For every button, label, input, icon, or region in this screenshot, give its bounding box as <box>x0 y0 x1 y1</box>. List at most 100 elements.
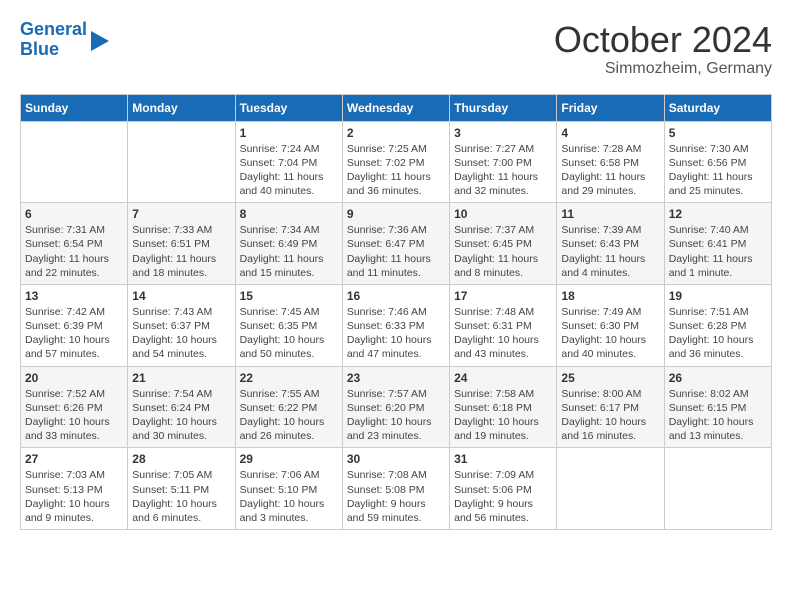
calendar-cell: 31Sunrise: 7:09 AM Sunset: 5:06 PM Dayli… <box>450 448 557 530</box>
calendar-week-row: 27 Sunrise: 7:03 AM Sunset: 5:13 PM Dayli… <box>21 448 772 530</box>
day-number: 20 <box>25 371 123 385</box>
calendar-cell: 27 Sunrise: 7:03 AM Sunset: 5:13 PM Dayli… <box>21 448 128 530</box>
calendar-cell: 1 Sunrise: 7:24 AM Sunset: 7:04 PM Daylig… <box>235 121 342 203</box>
day-info: Sunrise: 7:31 AM Sunset: 6:54 PM Dayligh… <box>25 223 123 280</box>
day-info: Sunrise: 7:54 AM Sunset: 6:24 PM Dayligh… <box>132 387 230 444</box>
day-number: 17 <box>454 289 552 303</box>
day-info: Sunrise: 7:30 AM Sunset: 6:56 PM Dayligh… <box>669 142 767 199</box>
calendar-cell <box>21 121 128 203</box>
calendar-cell: 2 Sunrise: 7:25 AM Sunset: 7:02 PM Daylig… <box>342 121 449 203</box>
day-info: Sunrise: 7:25 AM Sunset: 7:02 PM Dayligh… <box>347 142 445 199</box>
day-number: 18 <box>561 289 659 303</box>
day-number: 14 <box>132 289 230 303</box>
day-number: 3 <box>454 126 552 140</box>
col-header-sunday: Sunday <box>21 94 128 121</box>
calendar-cell: 15 Sunrise: 7:45 AM Sunset: 6:35 PM Dayli… <box>235 284 342 366</box>
day-info: Sunrise: 7:27 AM Sunset: 7:00 PM Dayligh… <box>454 142 552 199</box>
day-info: Sunrise: 7:24 AM Sunset: 7:04 PM Dayligh… <box>240 142 338 199</box>
calendar-cell: 18 Sunrise: 7:49 AM Sunset: 6:30 PM Dayli… <box>557 284 664 366</box>
day-number: 4 <box>561 126 659 140</box>
calendar-cell: 30 Sunrise: 7:08 AM Sunset: 5:08 PM Dayli… <box>342 448 449 530</box>
calendar-cell <box>557 448 664 530</box>
day-info: Sunrise: 7:33 AM Sunset: 6:51 PM Dayligh… <box>132 223 230 280</box>
day-number: 30 <box>347 452 445 466</box>
day-number: 5 <box>669 126 767 140</box>
calendar-cell: 11 Sunrise: 7:39 AM Sunset: 6:43 PM Dayli… <box>557 203 664 285</box>
day-number: 1 <box>240 126 338 140</box>
calendar-week-row: 13 Sunrise: 7:42 AM Sunset: 6:39 PM Dayli… <box>21 284 772 366</box>
col-header-tuesday: Tuesday <box>235 94 342 121</box>
calendar-header-row: SundayMondayTuesdayWednesdayThursdayFrid… <box>21 94 772 121</box>
day-info: Sunrise: 7:57 AM Sunset: 6:20 PM Dayligh… <box>347 387 445 444</box>
calendar-cell: 14Sunrise: 7:43 AM Sunset: 6:37 PM Dayli… <box>128 284 235 366</box>
calendar-cell: 10Sunrise: 7:37 AM Sunset: 6:45 PM Dayli… <box>450 203 557 285</box>
day-number: 28 <box>132 452 230 466</box>
day-number: 27 <box>25 452 123 466</box>
col-header-thursday: Thursday <box>450 94 557 121</box>
calendar-cell: 12 Sunrise: 7:40 AM Sunset: 6:41 PM Dayli… <box>664 203 771 285</box>
calendar-cell: 25 Sunrise: 8:00 AM Sunset: 6:17 PM Dayli… <box>557 366 664 448</box>
col-header-saturday: Saturday <box>664 94 771 121</box>
day-number: 2 <box>347 126 445 140</box>
day-number: 21 <box>132 371 230 385</box>
logo-text: General Blue <box>20 20 87 60</box>
day-number: 9 <box>347 207 445 221</box>
calendar-cell: 13 Sunrise: 7:42 AM Sunset: 6:39 PM Dayli… <box>21 284 128 366</box>
calendar-cell: 23 Sunrise: 7:57 AM Sunset: 6:20 PM Dayli… <box>342 366 449 448</box>
day-number: 24 <box>454 371 552 385</box>
calendar-cell: 16 Sunrise: 7:46 AM Sunset: 6:33 PM Dayli… <box>342 284 449 366</box>
day-info: Sunrise: 7:48 AM Sunset: 6:31 PM Dayligh… <box>454 305 552 362</box>
day-info: Sunrise: 7:49 AM Sunset: 6:30 PM Dayligh… <box>561 305 659 362</box>
day-info: Sunrise: 7:40 AM Sunset: 6:41 PM Dayligh… <box>669 223 767 280</box>
day-number: 26 <box>669 371 767 385</box>
page-header: General Blue October 2024 Simmozheim, Ge… <box>20 20 772 78</box>
day-info: Sunrise: 7:08 AM Sunset: 5:08 PM Dayligh… <box>347 468 445 525</box>
calendar-cell: 7 Sunrise: 7:33 AM Sunset: 6:51 PM Daylig… <box>128 203 235 285</box>
calendar-cell: 20 Sunrise: 7:52 AM Sunset: 6:26 PM Dayli… <box>21 366 128 448</box>
calendar-cell: 5 Sunrise: 7:30 AM Sunset: 6:56 PM Daylig… <box>664 121 771 203</box>
day-info: Sunrise: 7:09 AM Sunset: 5:06 PM Dayligh… <box>454 468 552 525</box>
day-info: Sunrise: 7:05 AM Sunset: 5:11 PM Dayligh… <box>132 468 230 525</box>
day-number: 25 <box>561 371 659 385</box>
calendar-cell: 17 Sunrise: 7:48 AM Sunset: 6:31 PM Dayli… <box>450 284 557 366</box>
col-header-friday: Friday <box>557 94 664 121</box>
day-info: Sunrise: 7:45 AM Sunset: 6:35 PM Dayligh… <box>240 305 338 362</box>
day-number: 6 <box>25 207 123 221</box>
day-info: Sunrise: 7:52 AM Sunset: 6:26 PM Dayligh… <box>25 387 123 444</box>
day-info: Sunrise: 7:55 AM Sunset: 6:22 PM Dayligh… <box>240 387 338 444</box>
calendar-title: October 2024 <box>554 20 772 60</box>
day-number: 22 <box>240 371 338 385</box>
day-info: Sunrise: 8:02 AM Sunset: 6:15 PM Dayligh… <box>669 387 767 444</box>
logo-line1: General <box>20 19 87 39</box>
calendar-cell: 26 Sunrise: 8:02 AM Sunset: 6:15 PM Dayli… <box>664 366 771 448</box>
day-number: 7 <box>132 207 230 221</box>
day-number: 23 <box>347 371 445 385</box>
calendar-cell: 19Sunrise: 7:51 AM Sunset: 6:28 PM Dayli… <box>664 284 771 366</box>
day-number: 15 <box>240 289 338 303</box>
day-number: 13 <box>25 289 123 303</box>
day-info: Sunrise: 7:37 AM Sunset: 6:45 PM Dayligh… <box>454 223 552 280</box>
day-info: Sunrise: 7:46 AM Sunset: 6:33 PM Dayligh… <box>347 305 445 362</box>
day-number: 12 <box>669 207 767 221</box>
title-block: October 2024 Simmozheim, Germany <box>554 20 772 78</box>
calendar-week-row: 6 Sunrise: 7:31 AM Sunset: 6:54 PM Daylig… <box>21 203 772 285</box>
logo-arrow-icon <box>91 31 109 51</box>
day-info: Sunrise: 7:42 AM Sunset: 6:39 PM Dayligh… <box>25 305 123 362</box>
calendar-week-row: 1 Sunrise: 7:24 AM Sunset: 7:04 PM Daylig… <box>21 121 772 203</box>
calendar-subtitle: Simmozheim, Germany <box>554 60 772 78</box>
day-info: Sunrise: 8:00 AM Sunset: 6:17 PM Dayligh… <box>561 387 659 444</box>
day-info: Sunrise: 7:58 AM Sunset: 6:18 PM Dayligh… <box>454 387 552 444</box>
day-number: 8 <box>240 207 338 221</box>
day-info: Sunrise: 7:34 AM Sunset: 6:49 PM Dayligh… <box>240 223 338 280</box>
day-number: 11 <box>561 207 659 221</box>
calendar-cell <box>128 121 235 203</box>
day-number: 16 <box>347 289 445 303</box>
day-info: Sunrise: 7:51 AM Sunset: 6:28 PM Dayligh… <box>669 305 767 362</box>
day-info: Sunrise: 7:39 AM Sunset: 6:43 PM Dayligh… <box>561 223 659 280</box>
calendar-cell: 28 Sunrise: 7:05 AM Sunset: 5:11 PM Dayli… <box>128 448 235 530</box>
calendar-cell: 4Sunrise: 7:28 AM Sunset: 6:58 PM Daylig… <box>557 121 664 203</box>
day-info: Sunrise: 7:36 AM Sunset: 6:47 PM Dayligh… <box>347 223 445 280</box>
calendar-week-row: 20 Sunrise: 7:52 AM Sunset: 6:26 PM Dayli… <box>21 366 772 448</box>
day-info: Sunrise: 7:06 AM Sunset: 5:10 PM Dayligh… <box>240 468 338 525</box>
day-info: Sunrise: 7:03 AM Sunset: 5:13 PM Dayligh… <box>25 468 123 525</box>
